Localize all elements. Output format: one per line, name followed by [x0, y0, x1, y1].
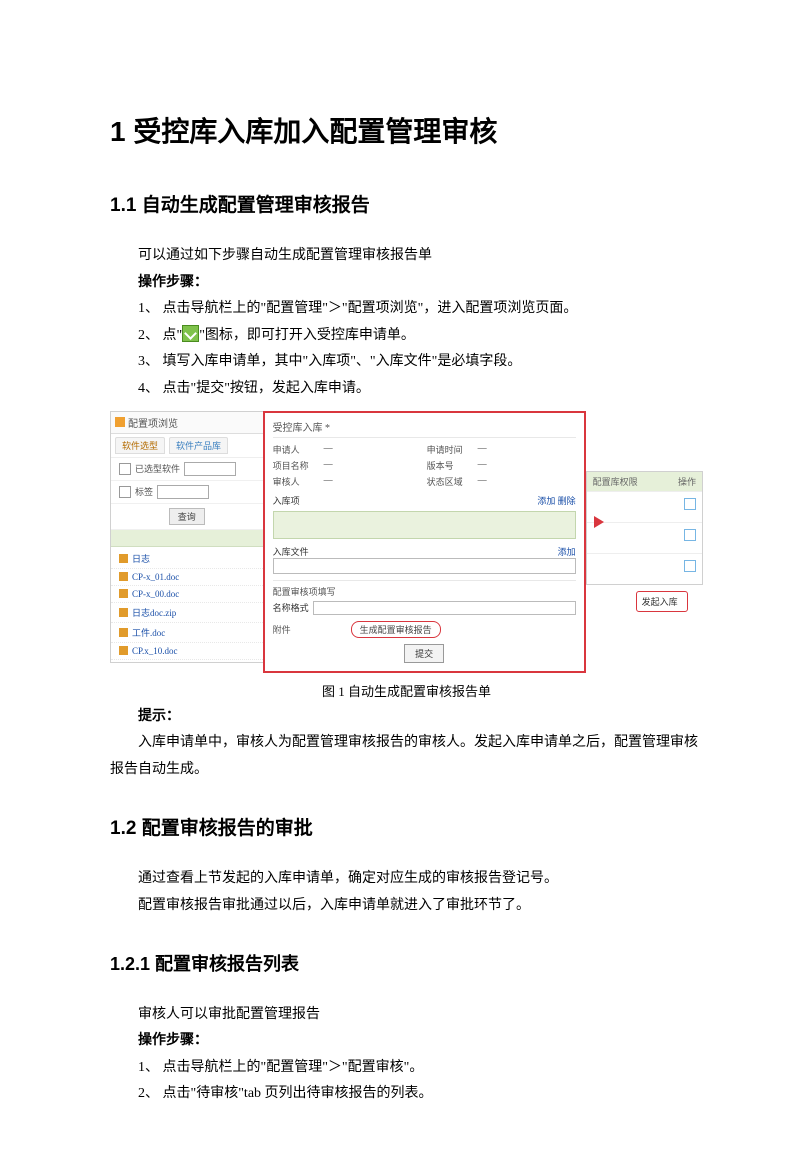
figure-sub-header: 配置审核项填写: [273, 585, 576, 598]
figure-right-header: 配置库权限 操作: [587, 472, 702, 491]
figure-submit-button[interactable]: 提交: [404, 644, 444, 663]
tree-item[interactable]: CP-x_01.doc: [111, 569, 263, 586]
figure-filter-row-1: 已选型软件: [111, 458, 263, 481]
label-ext: 附件: [273, 623, 291, 636]
value-project: —: [324, 459, 422, 472]
figure-red-callout: 发起入库: [636, 591, 688, 612]
step-4: 4、 点击"提交"按钮，发起入库申请。: [110, 376, 703, 403]
link-add[interactable]: 添加: [537, 496, 555, 506]
file-icon: [119, 628, 128, 637]
figure-filter-label: 已选型软件: [135, 462, 180, 475]
file-icon: [119, 572, 128, 581]
label-time: 申请时间: [427, 443, 473, 456]
file-icon: [119, 589, 128, 598]
step-2a: 2、 点": [138, 328, 182, 343]
figure-left-header-text: 配置项浏览: [128, 415, 178, 430]
label-version: 版本号: [427, 459, 473, 472]
figure-select-2[interactable]: [157, 485, 209, 499]
figure-1-caption: 图 1 自动生成配置审核报告单: [110, 681, 703, 700]
tree-root[interactable]: 日志: [111, 549, 263, 569]
tree-item[interactable]: 工件.doc: [111, 623, 263, 643]
figure-tree: 日志 CP-x_01.doc CP-x_00.doc 日志doc.zip 工件.…: [111, 547, 263, 662]
figure-filter-row-2: 标签: [111, 481, 263, 504]
step-3: 3、 填写入库申请单，其中"入库项"、"入库文件"是必填字段。: [110, 349, 703, 376]
figure-center-form: 受控库入库 * 申请人 — 申请时间 — 项目名称 — 版本号 — 审核人 — 状态区域 —…: [263, 411, 586, 673]
section-1-1-intro: 可以通过如下步骤自动生成配置管理审核报告单: [110, 243, 703, 270]
value-reviewer: —: [324, 475, 422, 488]
s121-step-1: 1、 点击导航栏上的"配置管理"＞"配置审核"。: [110, 1055, 703, 1082]
heading-1-1: 1.1 自动生成配置管理审核报告: [110, 190, 703, 217]
figure-left-header: 配置项浏览: [111, 412, 263, 434]
figure-sub-input[interactable]: [313, 601, 576, 615]
figure-item-textarea[interactable]: [273, 511, 576, 539]
tree-item[interactable]: CP.x_10.doc: [111, 643, 263, 660]
section-1-2-p2: 配置审核报告审批通过以后，入库申请单就进入了审批环节了。: [110, 893, 703, 920]
figure-query-button[interactable]: 查询: [169, 508, 205, 525]
figure-tab-2[interactable]: 软件产品库: [169, 437, 228, 454]
checkbox-icon[interactable]: [119, 463, 131, 475]
figure-sub-label: 名称格式: [273, 601, 309, 614]
file-icon: [119, 554, 128, 563]
checkbox-icon[interactable]: [119, 486, 131, 498]
figure-file-input[interactable]: [273, 558, 576, 574]
value-version: —: [478, 459, 576, 472]
heading-1-2-1: 1.2.1 配置审核报告列表: [110, 950, 703, 976]
label-item: 入库项: [273, 494, 300, 507]
step-1: 1、 点击导航栏上的"配置管理"＞"配置项浏览"，进入配置项浏览页面。: [110, 296, 703, 323]
hint-label: 提示：: [110, 704, 703, 731]
figure-1: 配置项浏览 软件选型 软件产品库 已选型软件 标签 查询: [110, 411, 703, 673]
steps-label-2: 操作步骤：: [110, 1028, 703, 1055]
figure-right-cell: [587, 522, 702, 553]
figure-filter-label2: 标签: [135, 485, 153, 498]
tree-item[interactable]: CP-x_00.doc: [111, 586, 263, 603]
value-time: —: [478, 443, 576, 456]
figure-grid-header: [111, 530, 263, 547]
figure-submit-row: 提交: [273, 644, 576, 663]
arrow-icon: [594, 516, 604, 528]
tree-item[interactable]: 日志doc.zip: [111, 603, 263, 623]
checkbox-icon[interactable]: [684, 498, 696, 510]
document-page: 1 受控库入库加入配置管理审核 1.1 自动生成配置管理审核报告 可以通过如下步…: [0, 0, 793, 1168]
section-1-2-1-intro: 审核人可以审批配置管理报告: [110, 1002, 703, 1029]
label-project: 项目名称: [273, 459, 319, 472]
figure-select[interactable]: [184, 462, 236, 476]
link-del[interactable]: 删除: [558, 496, 576, 506]
figure-left-panel: 配置项浏览 软件选型 软件产品库 已选型软件 标签 查询: [110, 411, 264, 663]
heading-1: 1 受控库入库加入配置管理审核: [110, 110, 703, 150]
label-state: 状态区域: [427, 475, 473, 488]
s121-step-2: 2、 点击"待审核"tab 页列出待审核报告的列表。: [110, 1081, 703, 1108]
figure-center-header: 受控库入库 *: [273, 419, 576, 438]
step-2b: "图标，即可打开入受控库申请单。: [199, 328, 415, 343]
value-state: —: [478, 475, 576, 488]
figure-left-tabs: 软件选型 软件产品库: [111, 434, 263, 458]
green-action-icon: [182, 325, 199, 342]
link-add-2[interactable]: 添加: [558, 545, 576, 558]
folder-icon: [115, 417, 125, 427]
figure-tab-1[interactable]: 软件选型: [115, 437, 165, 454]
file-icon: [119, 608, 128, 617]
figure-red-oval: 生成配置审核报告: [351, 621, 441, 638]
figure-sub-section: 配置审核项填写 名称格式 附件 生成配置审核报告 提交: [273, 580, 576, 663]
value-apply: —: [324, 443, 422, 456]
figure-right-panel: 配置库权限 操作 发起入库: [586, 411, 703, 612]
steps-label: 操作步骤：: [110, 270, 703, 297]
label-apply: 申请人: [273, 443, 319, 456]
checkbox-icon[interactable]: [684, 560, 696, 572]
file-icon: [119, 646, 128, 655]
figure-query-row: 查询: [111, 504, 263, 530]
figure-form-grid: 申请人 — 申请时间 — 项目名称 — 版本号 — 审核人 — 状态区域 —: [273, 443, 576, 488]
label-file: 入库文件: [273, 545, 309, 558]
section-1-2-p1: 通过查看上节发起的入库申请单，确定对应生成的审核报告登记号。: [110, 866, 703, 893]
checkbox-icon[interactable]: [684, 529, 696, 541]
label-reviewer: 审核人: [273, 475, 319, 488]
figure-right-cell: [587, 491, 702, 522]
heading-1-2: 1.2 配置审核报告的审批: [110, 813, 703, 840]
step-2: 2、 点" "图标，即可打开入受控库申请单。: [110, 323, 703, 350]
figure-right-cell: [587, 553, 702, 584]
hint-text: 入库申请单中，审核人为配置管理审核报告的审核人。发起入库申请单之后，配置管理审核…: [110, 730, 703, 783]
